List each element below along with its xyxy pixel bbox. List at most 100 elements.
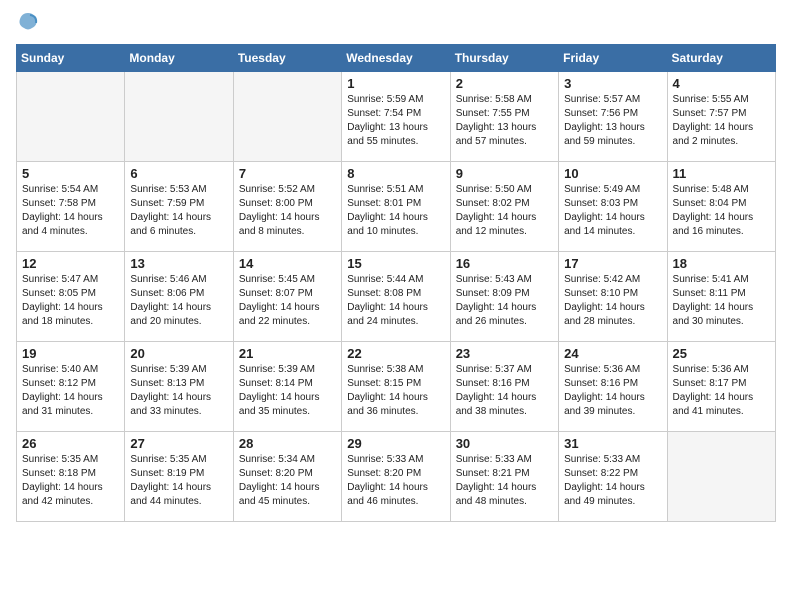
- calendar-cell: 15 Sunrise: 5:44 AMSunset: 8:08 PMDayligh…: [342, 251, 450, 341]
- day-info: Sunrise: 5:33 AMSunset: 8:22 PMDaylight:…: [564, 453, 661, 509]
- weekday-header: Tuesday: [233, 44, 341, 71]
- calendar-cell: 22 Sunrise: 5:38 AMSunset: 8:15 PMDayligh…: [342, 341, 450, 431]
- weekday-header: Monday: [125, 44, 233, 71]
- calendar-cell: 16 Sunrise: 5:43 AMSunset: 8:09 PMDayligh…: [450, 251, 558, 341]
- calendar-cell: 18 Sunrise: 5:41 AMSunset: 8:11 PMDayligh…: [667, 251, 775, 341]
- day-number: 30: [456, 436, 553, 451]
- calendar-cell: [17, 71, 125, 161]
- calendar-cell: 2 Sunrise: 5:58 AMSunset: 7:55 PMDaylight…: [450, 71, 558, 161]
- day-info: Sunrise: 5:50 AMSunset: 8:02 PMDaylight:…: [456, 183, 553, 239]
- day-info: Sunrise: 5:36 AMSunset: 8:17 PMDaylight:…: [673, 363, 770, 419]
- day-info: Sunrise: 5:51 AMSunset: 8:01 PMDaylight:…: [347, 183, 444, 239]
- calendar-cell: [125, 71, 233, 161]
- calendar-cell: 13 Sunrise: 5:46 AMSunset: 8:06 PMDayligh…: [125, 251, 233, 341]
- page-header: [16, 16, 776, 36]
- day-number: 27: [130, 436, 227, 451]
- day-info: Sunrise: 5:37 AMSunset: 8:16 PMDaylight:…: [456, 363, 553, 419]
- day-info: Sunrise: 5:52 AMSunset: 8:00 PMDaylight:…: [239, 183, 336, 239]
- calendar-cell: 1 Sunrise: 5:59 AMSunset: 7:54 PMDaylight…: [342, 71, 450, 161]
- calendar-cell: 17 Sunrise: 5:42 AMSunset: 8:10 PMDayligh…: [559, 251, 667, 341]
- day-info: Sunrise: 5:49 AMSunset: 8:03 PMDaylight:…: [564, 183, 661, 239]
- day-number: 3: [564, 76, 661, 91]
- weekday-header: Friday: [559, 44, 667, 71]
- day-info: Sunrise: 5:34 AMSunset: 8:20 PMDaylight:…: [239, 453, 336, 509]
- day-info: Sunrise: 5:45 AMSunset: 8:07 PMDaylight:…: [239, 273, 336, 329]
- day-number: 6: [130, 166, 227, 181]
- calendar-cell: 21 Sunrise: 5:39 AMSunset: 8:14 PMDayligh…: [233, 341, 341, 431]
- day-number: 26: [22, 436, 119, 451]
- day-number: 20: [130, 346, 227, 361]
- day-number: 16: [456, 256, 553, 271]
- calendar-cell: 30 Sunrise: 5:33 AMSunset: 8:21 PMDayligh…: [450, 431, 558, 521]
- day-number: 13: [130, 256, 227, 271]
- day-info: Sunrise: 5:35 AMSunset: 8:18 PMDaylight:…: [22, 453, 119, 509]
- day-number: 31: [564, 436, 661, 451]
- calendar-cell: 26 Sunrise: 5:35 AMSunset: 8:18 PMDayligh…: [17, 431, 125, 521]
- day-number: 19: [22, 346, 119, 361]
- day-info: Sunrise: 5:33 AMSunset: 8:21 PMDaylight:…: [456, 453, 553, 509]
- day-info: Sunrise: 5:46 AMSunset: 8:06 PMDaylight:…: [130, 273, 227, 329]
- calendar-cell: 10 Sunrise: 5:49 AMSunset: 8:03 PMDayligh…: [559, 161, 667, 251]
- day-info: Sunrise: 5:47 AMSunset: 8:05 PMDaylight:…: [22, 273, 119, 329]
- day-info: Sunrise: 5:57 AMSunset: 7:56 PMDaylight:…: [564, 93, 661, 149]
- calendar-cell: 9 Sunrise: 5:50 AMSunset: 8:02 PMDaylight…: [450, 161, 558, 251]
- weekday-header: Saturday: [667, 44, 775, 71]
- calendar-cell: 8 Sunrise: 5:51 AMSunset: 8:01 PMDaylight…: [342, 161, 450, 251]
- day-info: Sunrise: 5:58 AMSunset: 7:55 PMDaylight:…: [456, 93, 553, 149]
- calendar-cell: 5 Sunrise: 5:54 AMSunset: 7:58 PMDaylight…: [17, 161, 125, 251]
- calendar-cell: 23 Sunrise: 5:37 AMSunset: 8:16 PMDayligh…: [450, 341, 558, 431]
- day-number: 4: [673, 76, 770, 91]
- day-number: 14: [239, 256, 336, 271]
- calendar-cell: [667, 431, 775, 521]
- day-number: 22: [347, 346, 444, 361]
- day-info: Sunrise: 5:48 AMSunset: 8:04 PMDaylight:…: [673, 183, 770, 239]
- day-info: Sunrise: 5:38 AMSunset: 8:15 PMDaylight:…: [347, 363, 444, 419]
- day-number: 18: [673, 256, 770, 271]
- calendar-cell: 25Sunrise: 5:36 AMSunset: 8:17 PMDayligh…: [667, 341, 775, 431]
- calendar-cell: 6 Sunrise: 5:53 AMSunset: 7:59 PMDaylight…: [125, 161, 233, 251]
- day-number: 24: [564, 346, 661, 361]
- weekday-header: Wednesday: [342, 44, 450, 71]
- calendar-cell: 20 Sunrise: 5:39 AMSunset: 8:13 PMDayligh…: [125, 341, 233, 431]
- logo-text: [16, 16, 38, 36]
- day-info: Sunrise: 5:54 AMSunset: 7:58 PMDaylight:…: [22, 183, 119, 239]
- calendar-cell: 19 Sunrise: 5:40 AMSunset: 8:12 PMDayligh…: [17, 341, 125, 431]
- calendar-cell: 3 Sunrise: 5:57 AMSunset: 7:56 PMDaylight…: [559, 71, 667, 161]
- day-number: 1: [347, 76, 444, 91]
- calendar-cell: 24 Sunrise: 5:36 AMSunset: 8:16 PMDayligh…: [559, 341, 667, 431]
- calendar-cell: 31 Sunrise: 5:33 AMSunset: 8:22 PMDayligh…: [559, 431, 667, 521]
- calendar-cell: 11Sunrise: 5:48 AMSunset: 8:04 PMDayligh…: [667, 161, 775, 251]
- day-info: Sunrise: 5:39 AMSunset: 8:14 PMDaylight:…: [239, 363, 336, 419]
- day-info: Sunrise: 5:40 AMSunset: 8:12 PMDaylight:…: [22, 363, 119, 419]
- calendar-cell: 12 Sunrise: 5:47 AMSunset: 8:05 PMDayligh…: [17, 251, 125, 341]
- day-info: Sunrise: 5:36 AMSunset: 8:16 PMDaylight:…: [564, 363, 661, 419]
- day-number: 23: [456, 346, 553, 361]
- day-number: 21: [239, 346, 336, 361]
- day-number: 5: [22, 166, 119, 181]
- day-info: Sunrise: 5:43 AMSunset: 8:09 PMDaylight:…: [456, 273, 553, 329]
- calendar-cell: 4 Sunrise: 5:55 AMSunset: 7:57 PMDaylight…: [667, 71, 775, 161]
- day-info: Sunrise: 5:35 AMSunset: 8:19 PMDaylight:…: [130, 453, 227, 509]
- day-info: Sunrise: 5:59 AMSunset: 7:54 PMDaylight:…: [347, 93, 444, 149]
- calendar-table: SundayMondayTuesdayWednesdayThursdayFrid…: [16, 44, 776, 522]
- calendar-cell: [233, 71, 341, 161]
- day-number: 17: [564, 256, 661, 271]
- weekday-header: Sunday: [17, 44, 125, 71]
- day-number: 10: [564, 166, 661, 181]
- day-info: Sunrise: 5:53 AMSunset: 7:59 PMDaylight:…: [130, 183, 227, 239]
- day-info: Sunrise: 5:44 AMSunset: 8:08 PMDaylight:…: [347, 273, 444, 329]
- day-number: 2: [456, 76, 553, 91]
- day-number: 8: [347, 166, 444, 181]
- logo: [16, 16, 38, 36]
- calendar-cell: 29Sunrise: 5:33 AMSunset: 8:20 PMDayligh…: [342, 431, 450, 521]
- day-number: 7: [239, 166, 336, 181]
- day-info: Sunrise: 5:42 AMSunset: 8:10 PMDaylight:…: [564, 273, 661, 329]
- weekday-header: Thursday: [450, 44, 558, 71]
- day-number: 15: [347, 256, 444, 271]
- day-number: 12: [22, 256, 119, 271]
- day-info: Sunrise: 5:39 AMSunset: 8:13 PMDaylight:…: [130, 363, 227, 419]
- day-info: Sunrise: 5:41 AMSunset: 8:11 PMDaylight:…: [673, 273, 770, 329]
- day-number: 9: [456, 166, 553, 181]
- day-info: Sunrise: 5:33 AMSunset: 8:20 PMDaylight:…: [347, 453, 444, 509]
- day-info: Sunrise: 5:55 AMSunset: 7:57 PMDaylight:…: [673, 93, 770, 149]
